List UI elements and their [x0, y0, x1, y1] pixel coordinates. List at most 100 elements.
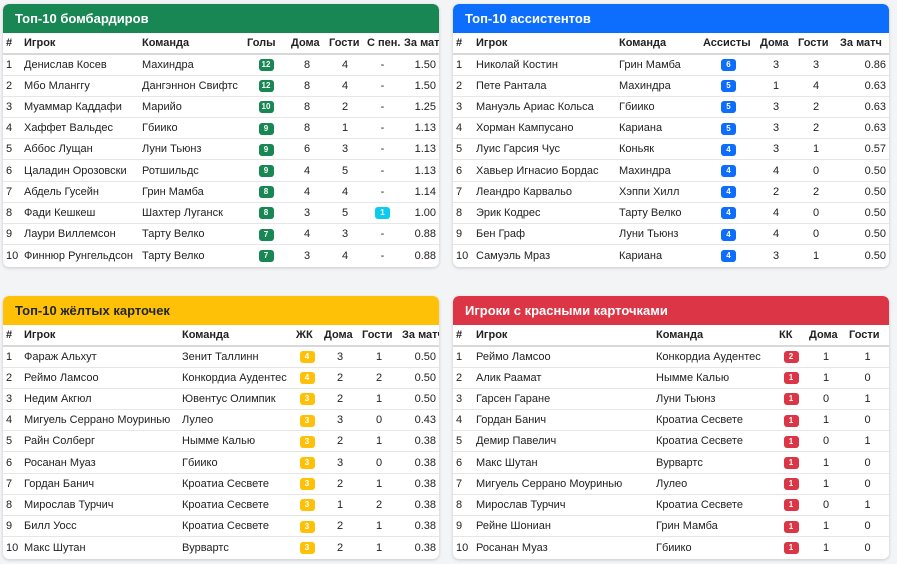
- table-row[interactable]: 9 Лаури Виллемсон Тарту Велко 7 4 3-0.88: [3, 223, 439, 246]
- cell-team[interactable]: Конкордиа Аудентес: [179, 367, 293, 389]
- cell-player[interactable]: Мануэль Ариас Кольса: [473, 96, 616, 119]
- cell-player[interactable]: Луис Гарсия Чус: [473, 138, 616, 161]
- table-row[interactable]: 9 Рейне Шониан Грин Мамба 1 1 0: [453, 515, 889, 538]
- cell-team[interactable]: Гбиико: [139, 117, 244, 140]
- cell-player[interactable]: Билл Уосс: [21, 515, 179, 538]
- col-rank[interactable]: #: [453, 325, 473, 347]
- col-home[interactable]: Дома: [757, 33, 795, 55]
- cell-team[interactable]: Гбиико: [653, 537, 776, 558]
- cell-player[interactable]: Мбо Мланггу: [21, 75, 139, 97]
- cell-team[interactable]: Грин Мамба: [139, 181, 244, 203]
- cell-team[interactable]: Дангэннон Свифтс: [139, 75, 244, 97]
- cell-player[interactable]: Самуэль Мраз: [473, 245, 616, 266]
- cell-player[interactable]: Фади Кешкеш: [21, 202, 139, 225]
- cell-player[interactable]: Реймо Ламсоо: [21, 367, 179, 389]
- cell-player[interactable]: Абдель Гусейн: [21, 181, 139, 203]
- table-row[interactable]: 4 Мигуель Серрано Моуринью Лулео 3 3 0 0.43: [3, 409, 439, 432]
- cell-team[interactable]: Махиндра: [616, 159, 700, 182]
- cell-team[interactable]: Лулео: [179, 409, 293, 432]
- table-row[interactable]: 1 Денислав Косев Махиндра 12 8 4-1.50: [3, 54, 439, 76]
- cell-team[interactable]: Луни Тьюнз: [616, 223, 700, 246]
- cell-player[interactable]: Цаладин Орозовски: [21, 159, 139, 182]
- col-rank[interactable]: #: [3, 33, 21, 55]
- table-row[interactable]: 4 Гордан Банич Кроатиа Сесвете 1 1 0: [453, 409, 889, 432]
- cell-player[interactable]: Гордан Банич: [473, 409, 653, 432]
- cell-player[interactable]: Финнюр Рунгельдсон: [21, 245, 139, 266]
- col-per-match[interactable]: За матч: [401, 33, 439, 55]
- col-yellow[interactable]: ЖК: [293, 325, 321, 347]
- cell-player[interactable]: Хорман Кампусано: [473, 117, 616, 140]
- table-row[interactable]: 4 Хаффет Вальдес Гбиико 9 8 1-1.13: [3, 117, 439, 140]
- col-player[interactable]: Игрок: [21, 325, 179, 347]
- col-away[interactable]: Гости: [359, 325, 399, 347]
- table-row[interactable]: 6 Макс Шутан Вурвартс 1 1 0: [453, 451, 889, 474]
- cell-team[interactable]: Тарту Велко: [616, 202, 700, 225]
- col-home[interactable]: Дома: [288, 33, 326, 55]
- cell-team[interactable]: Нымме Калью: [653, 367, 776, 389]
- cell-team[interactable]: Гбиико: [179, 451, 293, 474]
- col-team[interactable]: Команда: [139, 33, 244, 55]
- table-row[interactable]: 7 Леандро Карвальо Хэппи Хилл 4 2 2 0.50: [453, 181, 889, 203]
- cell-player[interactable]: Хаффет Вальдес: [21, 117, 139, 140]
- table-row[interactable]: 7 Гордан Банич Кроатиа Сесвете 3 2 1 0.38: [3, 473, 439, 495]
- cell-team[interactable]: Лулео: [653, 473, 776, 495]
- cell-player[interactable]: Лаури Виллемсон: [21, 223, 139, 246]
- cell-player[interactable]: Макс Шутан: [21, 537, 179, 558]
- table-row[interactable]: 2 Алик Раамат Нымме Калью 1 1 0: [453, 367, 889, 389]
- cell-player[interactable]: Мирослав Турчич: [473, 494, 653, 517]
- cell-player[interactable]: Николай Костин: [473, 54, 616, 76]
- table-row[interactable]: 10 Макс Шутан Вурвартс 3 2 1 0.38: [3, 537, 439, 558]
- col-player[interactable]: Игрок: [21, 33, 139, 55]
- cell-team[interactable]: Хэппи Хилл: [616, 181, 700, 203]
- col-team[interactable]: Команда: [653, 325, 776, 347]
- col-player[interactable]: Игрок: [473, 33, 616, 55]
- table-row[interactable]: 3 Гарсен Гаране Луни Тьюнз 1 0 1: [453, 388, 889, 411]
- table-row[interactable]: 3 Муаммар Каддафи Марийо 10 8 2-1.25: [3, 96, 439, 119]
- table-row[interactable]: 3 Недим Акгюл Ювентус Олимпик 3 2 1 0.50: [3, 388, 439, 411]
- col-team[interactable]: Команда: [616, 33, 700, 55]
- table-row[interactable]: 5 Демир Павелич Кроатиа Сесвете 1 0 1: [453, 430, 889, 453]
- cell-team[interactable]: Зенит Таллинн: [179, 346, 293, 368]
- table-row[interactable]: 9 Билл Уосс Кроатиа Сесвете 3 2 1 0.38: [3, 515, 439, 538]
- cell-player[interactable]: Макс Шутан: [473, 451, 653, 474]
- table-row[interactable]: 1 Николай Костин Грин Мамба 6 3 3 0.86: [453, 54, 889, 76]
- cell-player[interactable]: Муаммар Каддафи: [21, 96, 139, 119]
- table-row[interactable]: 2 Пете Рантала Махиндра 5 1 4 0.63: [453, 75, 889, 97]
- table-row[interactable]: 6 Росанан Муаз Гбиико 3 3 0 0.38: [3, 451, 439, 474]
- cell-team[interactable]: Конкордиа Аудентес: [653, 346, 776, 368]
- cell-player[interactable]: Аббос Лущан: [21, 138, 139, 161]
- cell-player[interactable]: Бен Граф: [473, 223, 616, 246]
- cell-team[interactable]: Гбиико: [616, 96, 700, 119]
- table-row[interactable]: 7 Мигуель Серрано Моуринью Лулео 1 1 0: [453, 473, 889, 495]
- cell-team[interactable]: Ротшильдс: [139, 159, 244, 182]
- col-assists[interactable]: Ассисты: [700, 33, 757, 55]
- table-row[interactable]: 2 Реймо Ламсоо Конкордиа Аудентес 4 2 2 0.50: [3, 367, 439, 389]
- cell-team[interactable]: Кроатиа Сесвете: [653, 430, 776, 453]
- table-row[interactable]: 3 Мануэль Ариас Кольса Гбиико 5 3 2 0.63: [453, 96, 889, 119]
- cell-player[interactable]: Мигуель Серрано Моуринью: [21, 409, 179, 432]
- table-row[interactable]: 8 Мирослав Турчич Кроатиа Сесвете 1 0 1: [453, 494, 889, 517]
- cell-team[interactable]: Вурвартс: [179, 537, 293, 558]
- col-per-match[interactable]: За матч: [837, 33, 889, 55]
- col-red[interactable]: КК: [776, 325, 806, 347]
- cell-team[interactable]: Луни Тьюнз: [653, 388, 776, 411]
- cell-team[interactable]: Кроатиа Сесвете: [179, 473, 293, 495]
- table-row[interactable]: 8 Мирослав Турчич Кроатиа Сесвете 3 1 2 0.38: [3, 494, 439, 517]
- cell-player[interactable]: Денислав Косев: [21, 54, 139, 76]
- cell-player[interactable]: Демир Павелич: [473, 430, 653, 453]
- cell-player[interactable]: Гордан Банич: [21, 473, 179, 495]
- cell-team[interactable]: Махиндра: [616, 75, 700, 97]
- cell-team[interactable]: Тарту Велко: [139, 223, 244, 246]
- table-row[interactable]: 10 Самуэль Мраз Кариана 4 3 1 0.50: [453, 245, 889, 266]
- col-penalties[interactable]: С пен.: [364, 33, 401, 55]
- cell-team[interactable]: Кариана: [616, 117, 700, 140]
- cell-team[interactable]: Нымме Калью: [179, 430, 293, 453]
- table-row[interactable]: 2 Мбо Мланггу Дангэннон Свифтс 12 8 4-1.50: [3, 75, 439, 97]
- col-home[interactable]: Дома: [806, 325, 846, 347]
- cell-player[interactable]: Эрик Кодрес: [473, 202, 616, 225]
- cell-team[interactable]: Луни Тьюнз: [139, 138, 244, 161]
- cell-team[interactable]: Вурвартс: [653, 451, 776, 474]
- cell-team[interactable]: Шахтер Луганск: [139, 202, 244, 225]
- cell-team[interactable]: Тарту Велко: [139, 245, 244, 266]
- cell-team[interactable]: Грин Мамба: [616, 54, 700, 76]
